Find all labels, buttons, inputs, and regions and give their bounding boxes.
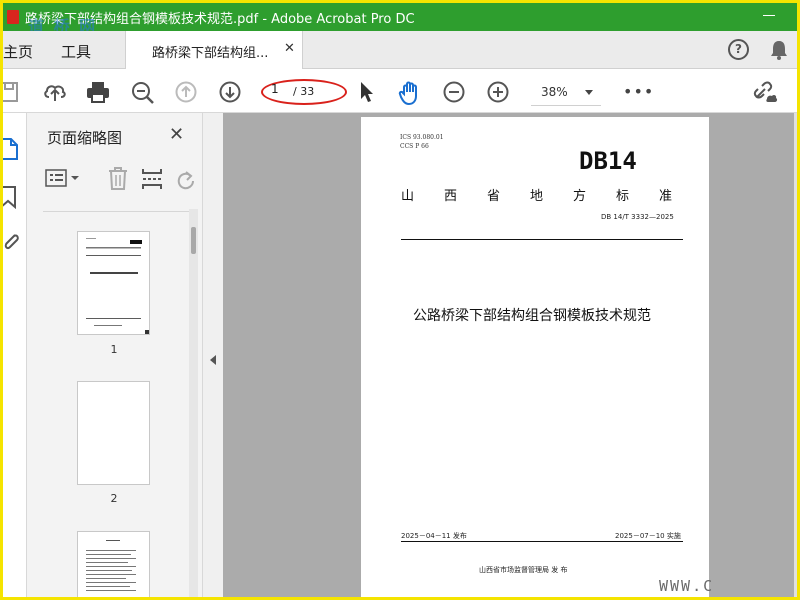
- tab-document[interactable]: 路桥梁下部结构组... ✕: [125, 31, 303, 69]
- delete-page-icon[interactable]: [107, 167, 129, 195]
- thumbnail-label-2: 2: [110, 492, 118, 505]
- panel-divider: [43, 211, 195, 212]
- collapse-panel-icon[interactable]: [210, 355, 216, 365]
- close-icon[interactable]: ✕: [284, 41, 295, 56]
- zoom-out-icon[interactable]: [443, 81, 465, 107]
- zoom-level[interactable]: 38%: [541, 85, 568, 99]
- footer-rule: [401, 541, 683, 542]
- close-panel-icon[interactable]: ✕: [169, 124, 184, 145]
- zoom-in-icon[interactable]: [487, 81, 509, 107]
- toolbar: 1 / 33 38% •••: [3, 70, 797, 113]
- help-icon[interactable]: ?: [728, 39, 749, 60]
- thumbnail-page-3[interactable]: [77, 531, 150, 597]
- document-view: ICS 93.080.01 CCS P 66 DB14 山西省地方标准 DB 1…: [223, 113, 797, 597]
- acrobat-window: 路桥梁下部结构组合钢模板技术规范.pdf - Adobe Acrobat Pro…: [3, 3, 797, 597]
- thumbnail-label-1: 1: [110, 343, 118, 356]
- thumbnail-scrollbar[interactable]: [191, 227, 196, 254]
- page-total: / 33: [293, 85, 315, 98]
- document-tab-label: 路桥梁下部结构组...: [152, 46, 269, 61]
- zoom-underline: [531, 105, 601, 106]
- implementation-date: 2025－07－10 实施: [615, 532, 681, 540]
- thumbnail-page-2[interactable]: [77, 381, 150, 485]
- thumbnail-page-1[interactable]: [77, 231, 150, 335]
- select-arrow-icon[interactable]: [359, 81, 375, 107]
- previous-page-icon[interactable]: [175, 81, 197, 107]
- page-thumbnails-icon[interactable]: [3, 137, 19, 165]
- document-page: ICS 93.080.01 CCS P 66 DB14 山西省地方标准 DB 1…: [361, 117, 709, 597]
- acrobat-icon: [7, 10, 19, 24]
- standard-code: DB 14/T 3332—2025: [601, 213, 674, 221]
- share-link-icon[interactable]: [753, 81, 779, 109]
- bookmark-icon[interactable]: [3, 185, 19, 213]
- standard-type-title: 山西省地方标准: [401, 189, 703, 204]
- more-icon[interactable]: •••: [623, 82, 654, 101]
- panel-splitter[interactable]: [203, 113, 223, 597]
- print-icon[interactable]: [86, 81, 110, 107]
- zoom-search-icon[interactable]: [131, 81, 155, 109]
- hand-tool-icon[interactable]: [398, 81, 422, 109]
- issue-date: 2025－04－11 发布: [401, 532, 467, 540]
- thumbnail-scroll-track: [189, 209, 198, 597]
- document-title: 公路桥梁下部结构组合钢模板技术规范: [413, 308, 651, 324]
- thumbnail-options-icon[interactable]: [45, 167, 85, 193]
- attachment-icon[interactable]: [3, 229, 19, 259]
- header-rule: [401, 239, 683, 240]
- title-bar: 路桥梁下部结构组合钢模板技术规范.pdf - Adobe Acrobat Pro…: [3, 3, 797, 31]
- cloud-upload-icon[interactable]: [43, 81, 67, 107]
- minimize-button[interactable]: [763, 15, 775, 16]
- publisher: 山西省市场监督管理局 发 布: [479, 566, 568, 574]
- document-scrollbar[interactable]: [794, 113, 797, 597]
- save-icon[interactable]: [3, 81, 19, 107]
- next-page-icon[interactable]: [219, 81, 241, 107]
- insert-page-icon[interactable]: [141, 167, 163, 195]
- navigation-rail: [3, 113, 27, 597]
- bell-icon[interactable]: [769, 39, 789, 65]
- tab-bar: 主页 工具 路桥梁下部结构组... ✕ ?: [3, 31, 797, 69]
- thumbnails-panel: 页面缩略图 ✕ 1 2: [27, 113, 203, 597]
- tab-tools[interactable]: 工具: [61, 41, 91, 62]
- tab-home[interactable]: 主页: [3, 41, 33, 62]
- ics-code: ICS 93.080.01: [400, 134, 444, 141]
- panel-title: 页面缩略图: [47, 129, 123, 147]
- db-logo: DB14: [579, 147, 637, 175]
- rotate-page-icon[interactable]: [175, 167, 197, 195]
- ccs-code: CCS P 66: [400, 143, 429, 150]
- footer-watermark: WWW.C: [659, 577, 715, 595]
- page-number-input[interactable]: 1: [265, 82, 289, 101]
- chevron-down-icon[interactable]: [585, 90, 593, 95]
